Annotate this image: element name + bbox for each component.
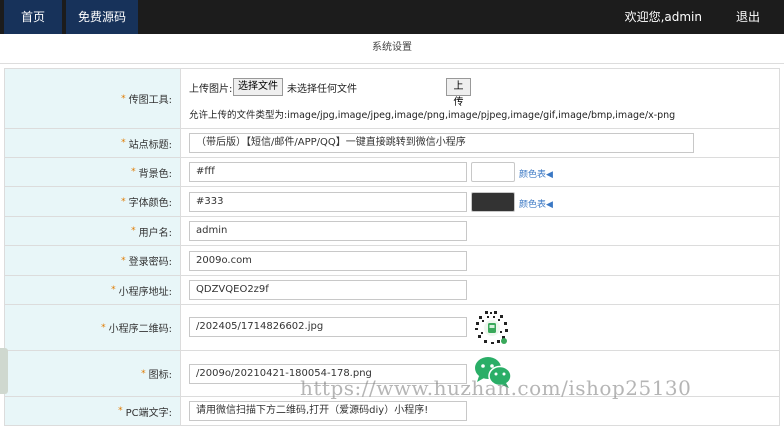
password-row: * 登录密码: 2009o.com bbox=[5, 246, 779, 276]
upload-label-text: 传图工具: bbox=[128, 95, 172, 106]
nav-free-source-link[interactable]: 免费源码 bbox=[66, 0, 138, 34]
pc-text-cell: 请用微信扫描下方二维码,打开（爱源码diy）小程序! bbox=[181, 397, 779, 425]
side-panel-handle[interactable] bbox=[0, 348, 8, 394]
icon-label: * 图标: bbox=[5, 351, 181, 396]
bg-color-table-link[interactable]: 颜色表◀ bbox=[519, 167, 553, 180]
choose-file-button[interactable]: 选择文件 bbox=[233, 78, 283, 96]
mini-qr-input[interactable]: /202405/1714826602.jpg bbox=[189, 317, 467, 337]
mini-address-input[interactable]: QDZVQEO2z9f bbox=[189, 280, 467, 300]
mini-qr-row: * 小程序二维码: /202405/1714826602.jpg bbox=[5, 305, 779, 351]
username-label-text: 用户名: bbox=[138, 227, 172, 239]
welcome-user-text: 欢迎您,admin bbox=[624, 10, 702, 24]
mini-qr-cell: /202405/1714826602.jpg bbox=[181, 305, 779, 350]
mini-address-label: * 小程序地址: bbox=[5, 276, 181, 304]
logout-link[interactable]: 退出 bbox=[736, 0, 760, 34]
top-navigation-bar: 首页 免费源码 欢迎您,admin 退出 bbox=[0, 0, 784, 34]
mini-address-cell: QDZVQEO2z9f bbox=[181, 276, 779, 304]
required-star: * bbox=[131, 226, 136, 236]
bg-color-label-text: 背景色: bbox=[138, 168, 172, 180]
watermark-text: https://www.huzhan.com/ishop25130 bbox=[300, 376, 692, 400]
site-title-label-text: 站点标题: bbox=[128, 139, 172, 151]
font-color-swatch[interactable] bbox=[471, 192, 515, 212]
font-color-label-text: 字体颜色: bbox=[128, 198, 172, 209]
upload-cell: 上传图片: 选择文件 未选择任何文件 上传 允许上传的文件类型为:image/j… bbox=[181, 69, 779, 128]
required-star: * bbox=[121, 93, 126, 104]
required-star: * bbox=[118, 406, 123, 416]
site-title-input[interactable]: （带后版）【短信/邮件/APP/QQ】一键直接跳转到微信小程序 bbox=[189, 133, 694, 153]
pc-text-label-text: PC端文字: bbox=[125, 407, 172, 419]
required-star: * bbox=[101, 322, 106, 333]
required-star: * bbox=[111, 285, 116, 295]
username-row: * 用户名: admin bbox=[5, 217, 779, 246]
required-star: * bbox=[121, 196, 126, 207]
username-label: * 用户名: bbox=[5, 217, 181, 245]
required-star: * bbox=[121, 138, 126, 148]
font-color-row: * 字体颜色: #333 颜色表◀ bbox=[5, 187, 779, 217]
site-title-row: * 站点标题: （带后版）【短信/邮件/APP/QQ】一键直接跳转到微信小程序 bbox=[5, 129, 779, 158]
required-star: * bbox=[131, 167, 136, 177]
bg-color-cell: #fff 颜色表◀ bbox=[181, 158, 779, 186]
mini-qr-label-text: 小程序二维码: bbox=[108, 324, 172, 335]
upload-button[interactable]: 上传 bbox=[446, 78, 471, 108]
bg-color-swatch[interactable] bbox=[471, 162, 515, 182]
no-file-text: 未选择任何文件 bbox=[287, 84, 357, 95]
bg-color-row: * 背景色: #fff 颜色表◀ bbox=[5, 158, 779, 187]
required-star: * bbox=[141, 368, 146, 379]
mini-address-row: * 小程序地址: QDZVQEO2z9f bbox=[5, 276, 779, 305]
required-star: * bbox=[121, 255, 126, 266]
password-cell: 2009o.com bbox=[181, 246, 779, 275]
upload-prefix-text: 上传图片: bbox=[189, 84, 233, 95]
bg-color-input[interactable]: #fff bbox=[189, 162, 467, 182]
mini-qr-label: * 小程序二维码: bbox=[5, 305, 181, 350]
page-title: 系统设置 bbox=[0, 34, 784, 64]
pc-text-label: * PC端文字: bbox=[5, 397, 181, 425]
upload-label: * 传图工具: bbox=[5, 69, 181, 128]
pc-text-row: * PC端文字: 请用微信扫描下方二维码,打开（爱源码diy）小程序! bbox=[5, 397, 779, 425]
site-title-label: * 站点标题: bbox=[5, 129, 181, 157]
icon-label-text: 图标: bbox=[148, 370, 172, 381]
font-color-cell: #333 颜色表◀ bbox=[181, 187, 779, 216]
upload-row: * 传图工具: 上传图片: 选择文件 未选择任何文件 上传 允许上传的文件类型为… bbox=[5, 69, 779, 129]
site-title-cell: （带后版）【短信/邮件/APP/QQ】一键直接跳转到微信小程序 bbox=[181, 129, 779, 157]
qr-code-icon bbox=[474, 310, 510, 346]
bg-color-label: * 背景色: bbox=[5, 158, 181, 186]
password-input[interactable]: 2009o.com bbox=[189, 251, 467, 271]
password-label: * 登录密码: bbox=[5, 246, 181, 275]
allowed-types-text: 允许上传的文件类型为:image/jpg,image/jpeg,image/pn… bbox=[189, 110, 676, 121]
settings-form: * 传图工具: 上传图片: 选择文件 未选择任何文件 上传 允许上传的文件类型为… bbox=[4, 68, 780, 426]
nav-home-link[interactable]: 首页 bbox=[4, 0, 62, 34]
username-cell: admin bbox=[181, 217, 779, 245]
pc-text-input[interactable]: 请用微信扫描下方二维码,打开（爱源码diy）小程序! bbox=[189, 401, 467, 421]
font-color-table-link[interactable]: 颜色表◀ bbox=[519, 197, 553, 210]
password-label-text: 登录密码: bbox=[128, 257, 172, 268]
font-color-label: * 字体颜色: bbox=[5, 187, 181, 216]
mini-address-label-text: 小程序地址: bbox=[118, 286, 172, 298]
font-color-input[interactable]: #333 bbox=[189, 192, 467, 212]
username-input[interactable]: admin bbox=[189, 221, 467, 241]
